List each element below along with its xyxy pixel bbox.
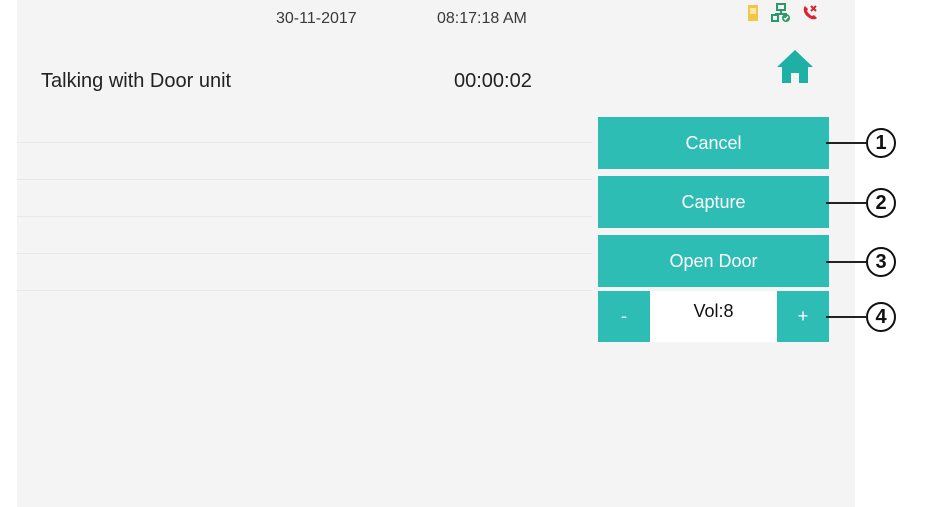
volume-up-button[interactable]: + (777, 291, 829, 342)
callout-line (826, 202, 866, 204)
status-time: 08:17:18 AM (437, 10, 527, 27)
divider (17, 253, 592, 254)
missed-call-icon (801, 4, 819, 27)
divider (17, 142, 592, 143)
callout-line (826, 142, 866, 144)
callout-2: 2 (866, 188, 896, 218)
network-ok-icon (771, 2, 791, 28)
volume-control: - Vol:8 + (598, 291, 829, 342)
volume-label: Vol:8 (693, 301, 734, 321)
cancel-button[interactable]: Cancel (598, 117, 829, 169)
intercom-screen: 30-11-2017 08:17:18 AM Talking with Door… (17, 0, 855, 507)
capture-button[interactable]: Capture (598, 176, 829, 228)
status-date: 30-11-2017 (276, 10, 357, 27)
callout-line (826, 261, 866, 263)
callout-1: 1 (866, 128, 896, 158)
volume-down-button[interactable]: - (598, 291, 650, 342)
callout-line (826, 316, 866, 318)
call-title: Talking with Door unit (41, 70, 232, 92)
status-icons (745, 2, 819, 28)
callout-4: 4 (866, 302, 896, 332)
divider (17, 179, 592, 180)
divider (17, 216, 592, 217)
divider (17, 290, 592, 291)
call-timer: 00:00:02 (454, 70, 532, 92)
open-door-button[interactable]: Open Door (598, 235, 829, 287)
sd-card-icon (745, 4, 761, 27)
home-icon[interactable] (775, 46, 815, 86)
callout-3: 3 (866, 247, 896, 277)
